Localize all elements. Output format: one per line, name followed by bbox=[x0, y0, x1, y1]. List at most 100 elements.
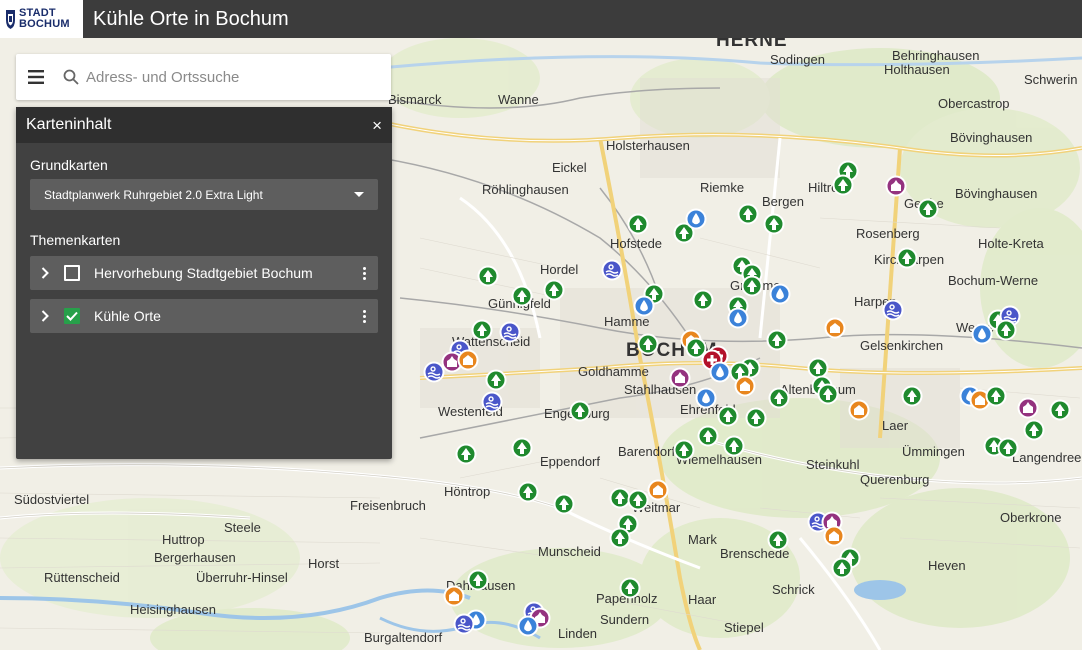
tree-pin-icon[interactable] bbox=[637, 333, 659, 355]
tree-pin-icon[interactable] bbox=[985, 385, 1007, 407]
tree-pin-icon[interactable] bbox=[995, 319, 1017, 341]
water-drop-pin-icon[interactable] bbox=[769, 283, 791, 305]
tree-pin-icon[interactable] bbox=[997, 437, 1019, 459]
chevron-right-icon[interactable] bbox=[38, 310, 52, 322]
map-label: Schrick bbox=[772, 582, 815, 597]
tree-pin-icon[interactable] bbox=[673, 439, 695, 461]
tree-pin-icon[interactable] bbox=[553, 493, 575, 515]
tree-pin-icon[interactable] bbox=[485, 369, 507, 391]
search-input[interactable] bbox=[86, 68, 376, 86]
building-pin-icon[interactable] bbox=[848, 399, 870, 421]
building-pin-icon[interactable] bbox=[823, 525, 845, 547]
tree-pin-icon[interactable] bbox=[1049, 399, 1071, 421]
map-label: Behringhausen bbox=[892, 48, 979, 63]
tree-pin-icon[interactable] bbox=[717, 405, 739, 427]
map-label: Riemke bbox=[700, 180, 744, 195]
tree-pin-icon[interactable] bbox=[768, 387, 790, 409]
map-label: Freisenbruch bbox=[350, 498, 426, 513]
building-pin-icon[interactable] bbox=[443, 585, 465, 607]
map-label: Bövinghausen bbox=[950, 130, 1032, 145]
water-drop-pin-icon[interactable] bbox=[727, 307, 749, 329]
more-options-icon[interactable] bbox=[358, 266, 370, 280]
map-label: Goldhamme bbox=[578, 364, 649, 379]
layer-label-hervorhebung: Hervorhebung Stadtgebiet Bochum bbox=[94, 265, 313, 281]
more-options-icon[interactable] bbox=[358, 309, 370, 323]
pool-pin-icon[interactable] bbox=[499, 321, 521, 343]
map-label: Südostviertel bbox=[14, 492, 89, 507]
tree-pin-icon[interactable] bbox=[569, 400, 591, 422]
tree-pin-icon[interactable] bbox=[685, 337, 707, 359]
water-drop-pin-icon[interactable] bbox=[517, 615, 539, 637]
church-pin-icon[interactable] bbox=[1017, 397, 1039, 419]
pool-pin-icon[interactable] bbox=[882, 299, 904, 321]
pool-pin-icon[interactable] bbox=[423, 361, 445, 383]
bochum-shield-icon bbox=[6, 10, 15, 29]
close-icon[interactable]: × bbox=[372, 117, 382, 134]
tree-pin-icon[interactable] bbox=[455, 443, 477, 465]
tree-pin-icon[interactable] bbox=[737, 203, 759, 225]
water-drop-pin-icon[interactable] bbox=[695, 387, 717, 409]
chevron-right-icon[interactable] bbox=[38, 267, 52, 279]
water-drop-pin-icon[interactable] bbox=[709, 361, 731, 383]
tree-pin-icon[interactable] bbox=[1023, 419, 1045, 441]
map-label: Hordel bbox=[540, 262, 578, 277]
tree-pin-icon[interactable] bbox=[511, 285, 533, 307]
pool-pin-icon[interactable] bbox=[453, 613, 475, 635]
tree-pin-icon[interactable] bbox=[817, 383, 839, 405]
map-label: Munscheid bbox=[538, 544, 601, 559]
church-pin-icon[interactable] bbox=[669, 367, 691, 389]
tree-pin-icon[interactable] bbox=[901, 385, 923, 407]
tree-pin-icon[interactable] bbox=[831, 557, 853, 579]
tree-pin-icon[interactable] bbox=[619, 577, 641, 599]
building-pin-icon[interactable] bbox=[457, 349, 479, 371]
chevron-down-icon bbox=[354, 192, 364, 197]
tree-pin-icon[interactable] bbox=[723, 435, 745, 457]
panel-header: Karteninhalt × bbox=[16, 107, 392, 143]
basemap-select[interactable]: Stadtplanwerk Ruhrgebiet 2.0 Extra Light bbox=[30, 179, 378, 210]
tree-pin-icon[interactable] bbox=[741, 275, 763, 297]
building-pin-icon[interactable] bbox=[647, 479, 669, 501]
tree-pin-icon[interactable] bbox=[477, 265, 499, 287]
tree-pin-icon[interactable] bbox=[697, 425, 719, 447]
pool-pin-icon[interactable] bbox=[481, 391, 503, 413]
tree-pin-icon[interactable] bbox=[896, 247, 918, 269]
map-label: Querenburg bbox=[860, 472, 929, 487]
layer-row-kuehle-orte[interactable]: Kühle Orte bbox=[30, 299, 378, 333]
tree-pin-icon[interactable] bbox=[627, 489, 649, 511]
panel-title: Karteninhalt bbox=[26, 116, 112, 133]
map-label: Überruhr-Hinsel bbox=[196, 570, 288, 585]
water-drop-pin-icon[interactable] bbox=[971, 323, 993, 345]
tree-pin-icon[interactable] bbox=[627, 213, 649, 235]
tree-pin-icon[interactable] bbox=[763, 213, 785, 235]
tree-pin-icon[interactable] bbox=[767, 529, 789, 551]
stadt-bochum-logo[interactable]: STADT BOCHUM bbox=[0, 0, 83, 38]
building-pin-icon[interactable] bbox=[734, 375, 756, 397]
building-pin-icon[interactable] bbox=[824, 317, 846, 339]
tree-pin-icon[interactable] bbox=[511, 437, 533, 459]
church-pin-icon[interactable] bbox=[885, 175, 907, 197]
tree-pin-icon[interactable] bbox=[471, 319, 493, 341]
layer-row-hervorhebung[interactable]: Hervorhebung Stadtgebiet Bochum bbox=[30, 256, 378, 290]
map-label: Höntrop bbox=[444, 484, 490, 499]
menu-button[interactable] bbox=[16, 54, 56, 100]
tree-pin-icon[interactable] bbox=[467, 569, 489, 591]
tree-pin-icon[interactable] bbox=[517, 481, 539, 503]
layer-checkbox-kuehle-orte[interactable] bbox=[64, 308, 80, 324]
tree-pin-icon[interactable] bbox=[609, 527, 631, 549]
tree-pin-icon[interactable] bbox=[609, 487, 631, 509]
map-label: Rüttenscheid bbox=[44, 570, 120, 585]
tree-pin-icon[interactable] bbox=[745, 407, 767, 429]
tree-pin-icon[interactable] bbox=[543, 279, 565, 301]
map-label: Eppendorf bbox=[540, 454, 600, 469]
tree-pin-icon[interactable] bbox=[807, 357, 829, 379]
tree-pin-icon[interactable] bbox=[917, 198, 939, 220]
pool-pin-icon[interactable] bbox=[601, 259, 623, 281]
layer-checkbox-hervorhebung[interactable] bbox=[64, 265, 80, 281]
tree-pin-icon[interactable] bbox=[766, 329, 788, 351]
tree-pin-icon[interactable] bbox=[832, 174, 854, 196]
water-drop-pin-icon[interactable] bbox=[685, 208, 707, 230]
map-label: Bergen bbox=[762, 194, 804, 209]
tree-pin-icon[interactable] bbox=[692, 289, 714, 311]
basemap-selected-value: Stadtplanwerk Ruhrgebiet 2.0 Extra Light bbox=[44, 187, 263, 202]
water-drop-pin-icon[interactable] bbox=[633, 295, 655, 317]
